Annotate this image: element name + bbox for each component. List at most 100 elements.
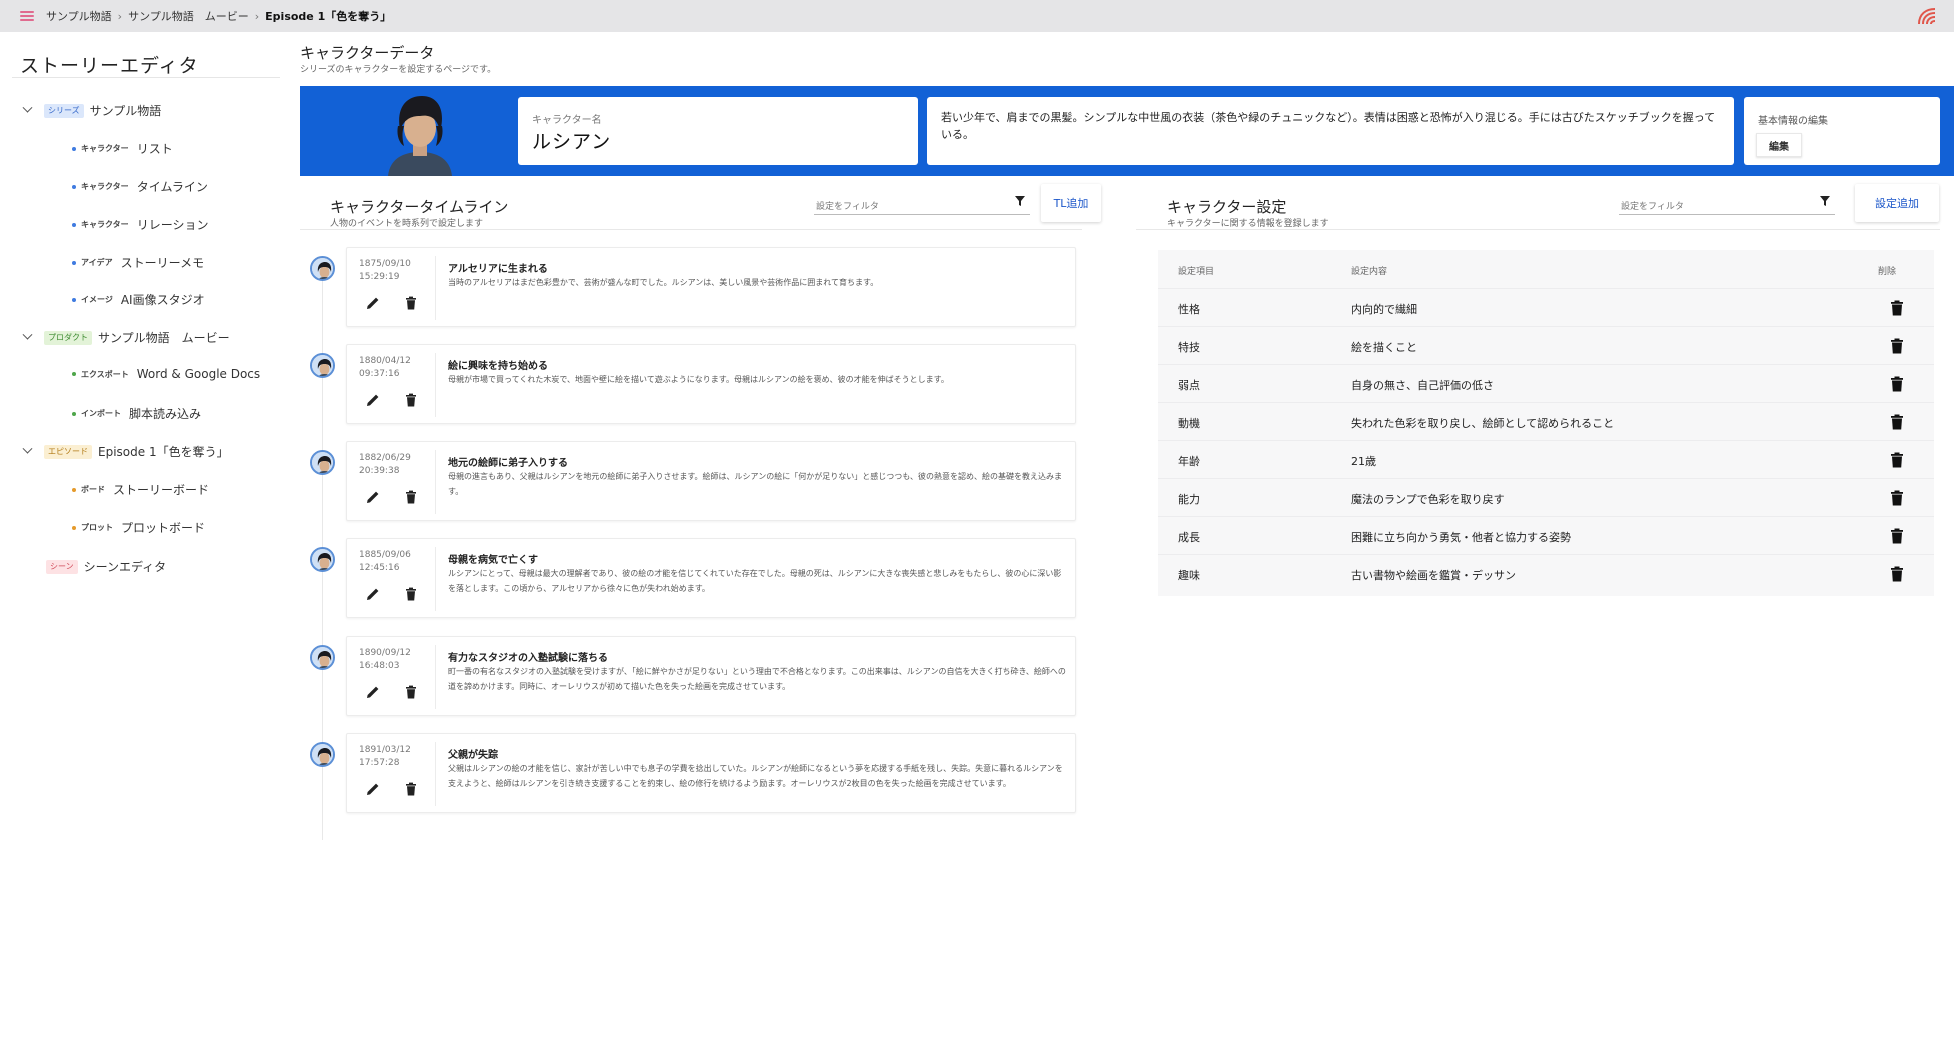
- filter-icon[interactable]: [1820, 196, 1830, 206]
- sidebar-item-storyboard[interactable]: ボード ストーリーボード: [72, 481, 209, 498]
- event-datetime: 1882/06/29 20:39:38: [359, 452, 411, 478]
- sidebar-item-character-list[interactable]: キャラクター リスト: [72, 140, 173, 157]
- item-tag: キャラクター: [81, 182, 129, 191]
- dot-icon: [72, 525, 76, 530]
- setting-value: 困難に立ち向かう勇気・他者と協力する姿勢: [1351, 531, 1571, 544]
- sidebar-item-scene-editor[interactable]: シーン シーンエディタ: [46, 558, 166, 575]
- table-row[interactable]: 趣味 古い書物や絵画を鑑賞・デッサン: [1158, 554, 1934, 592]
- timeline-event: 1875/09/10 15:29:19 アルセリアに生まれる 当時のアルセリアはま…: [346, 247, 1076, 327]
- sidebar-item-series[interactable]: シリーズ サンプル物語: [20, 102, 161, 119]
- event-body: 当時のアルセリアはまだ色彩豊かで、芸術が盛んな町でした。ルシアンは、美しい風景や…: [448, 278, 879, 287]
- divider: [435, 450, 436, 514]
- chevron-down-icon[interactable]: [20, 331, 34, 345]
- add-setting-button[interactable]: 設定追加: [1855, 184, 1939, 222]
- sidebar-item-import[interactable]: インポート 脚本読み込み: [72, 405, 201, 422]
- timeline-avatar: [310, 256, 335, 281]
- setting-value: 21歳: [1351, 455, 1376, 468]
- table-row[interactable]: 性格 内向的で繊細: [1158, 288, 1934, 326]
- sidebar-item-label: 脚本読み込み: [129, 407, 202, 421]
- trash-icon[interactable]: [1890, 490, 1904, 506]
- event-body: 母親の進言もあり、父親はルシアンを地元の絵師に弟子入りさせます。絵師は、ルシアン…: [448, 472, 1062, 496]
- scene-badge: シーン: [46, 559, 78, 574]
- trash-icon[interactable]: [1890, 376, 1904, 392]
- item-tag: プロット: [81, 523, 113, 532]
- timeline-event: 1885/09/06 12:45:16 母親を病気で亡くす ルシアンにとって、母親…: [346, 538, 1076, 618]
- chevron-down-icon[interactable]: [20, 104, 34, 118]
- trash-icon[interactable]: [1890, 414, 1904, 430]
- item-tag: ボード: [81, 485, 105, 494]
- sidebar-item-story-memo[interactable]: アイデア ストーリーメモ: [72, 254, 204, 271]
- table-row[interactable]: 弱点 自身の無さ、自己評価の低さ: [1158, 364, 1934, 402]
- event-title: 地元の絵師に弟子入りする: [448, 458, 568, 469]
- setting-value: 絵を描くこと: [1351, 341, 1417, 354]
- event-time: 15:29:19: [359, 272, 400, 282]
- trash-icon[interactable]: [1890, 300, 1904, 316]
- setting-key: 特技: [1178, 341, 1200, 354]
- setting-key: 年齢: [1178, 455, 1200, 468]
- sidebar-item-export[interactable]: エクスポート Word & Google Docs: [72, 367, 260, 381]
- sidebar-item-ai-studio[interactable]: イメージ AI画像スタジオ: [72, 291, 205, 308]
- filter-icon[interactable]: [1015, 196, 1025, 206]
- timeline-filter-input[interactable]: [814, 193, 1030, 215]
- breadcrumb-product[interactable]: サンプル物語 ムービー: [128, 8, 249, 24]
- breadcrumb-episode[interactable]: Episode 1「色を奪う」: [265, 8, 391, 24]
- episode-badge: エピソード: [44, 444, 92, 459]
- setting-key: 成長: [1178, 531, 1200, 544]
- timeline-avatar: [310, 645, 335, 670]
- add-timeline-button[interactable]: TL追加: [1041, 184, 1101, 222]
- event-datetime: 1890/09/12 16:48:03: [359, 647, 411, 673]
- setting-key: 趣味: [1178, 569, 1200, 582]
- settings-subtitle: キャラクターに関する情報を登録します: [1167, 219, 1329, 229]
- table-row[interactable]: 能力 魔法のランプで色彩を取り戻す: [1158, 478, 1934, 516]
- dot-icon: [72, 297, 76, 302]
- menu-icon[interactable]: [20, 11, 34, 21]
- delete-event-button[interactable]: [403, 781, 419, 797]
- trash-icon[interactable]: [1890, 566, 1904, 582]
- delete-event-button[interactable]: [403, 586, 419, 602]
- sidebar-item-episode[interactable]: エピソード Episode 1「色を奪う」: [20, 443, 229, 460]
- table-row[interactable]: 動機 失われた色彩を取り戻し、絵師として認められること: [1158, 402, 1934, 440]
- event-datetime: 1875/09/10 15:29:19: [359, 258, 411, 284]
- product-badge: プロダクト: [44, 330, 92, 345]
- settings-filter-input[interactable]: [1619, 193, 1835, 215]
- sidebar-item-label: プロットボード: [121, 521, 206, 535]
- sidebar-item-character-timeline[interactable]: キャラクター タイムライン: [72, 178, 208, 195]
- table-row[interactable]: 特技 絵を描くこと: [1158, 326, 1934, 364]
- table-row[interactable]: 年齢 21歳: [1158, 440, 1934, 478]
- delete-event-button[interactable]: [403, 295, 419, 311]
- sidebar-item-label: ストーリーメモ: [120, 256, 205, 270]
- divider: [435, 256, 436, 320]
- edit-button[interactable]: 編集: [1756, 133, 1802, 157]
- trash-icon[interactable]: [1890, 338, 1904, 354]
- trash-icon: [406, 296, 416, 310]
- divider: [435, 353, 436, 417]
- edit-event-button[interactable]: [365, 684, 381, 700]
- setting-key: 弱点: [1178, 379, 1200, 392]
- table-row[interactable]: 成長 困難に立ち向かう勇気・他者と協力する姿勢: [1158, 516, 1934, 554]
- setting-key: 性格: [1178, 303, 1200, 316]
- trash-icon[interactable]: [1890, 528, 1904, 544]
- chevron-down-icon[interactable]: [20, 445, 34, 459]
- sidebar-item-character-relation[interactable]: キャラクター リレーション: [72, 216, 208, 233]
- event-title: 絵に興味を持ち始める: [448, 361, 548, 372]
- divider: [12, 77, 280, 78]
- sidebar-item-product[interactable]: プロダクト サンプル物語 ムービー: [20, 329, 230, 346]
- delete-event-button[interactable]: [403, 392, 419, 408]
- edit-event-button[interactable]: [365, 392, 381, 408]
- delete-event-button[interactable]: [403, 684, 419, 700]
- edit-event-button[interactable]: [365, 781, 381, 797]
- character-name-label: キャラクター名: [532, 115, 602, 126]
- sidebar-item-label: リレーション: [136, 218, 209, 232]
- sidebar-item-label: AI画像スタジオ: [120, 293, 205, 307]
- edit-event-button[interactable]: [365, 489, 381, 505]
- setting-value: 失われた色彩を取り戻し、絵師として認められること: [1351, 417, 1615, 430]
- breadcrumb-series[interactable]: サンプル物語: [46, 8, 112, 24]
- trash-icon[interactable]: [1890, 452, 1904, 468]
- timeline-avatar: [310, 450, 335, 475]
- event-date: 1891/03/12: [359, 745, 411, 755]
- delete-event-button[interactable]: [403, 489, 419, 505]
- trash-icon: [406, 490, 416, 504]
- edit-event-button[interactable]: [365, 295, 381, 311]
- edit-event-button[interactable]: [365, 586, 381, 602]
- sidebar-item-plotboard[interactable]: プロット プロットボード: [72, 519, 205, 536]
